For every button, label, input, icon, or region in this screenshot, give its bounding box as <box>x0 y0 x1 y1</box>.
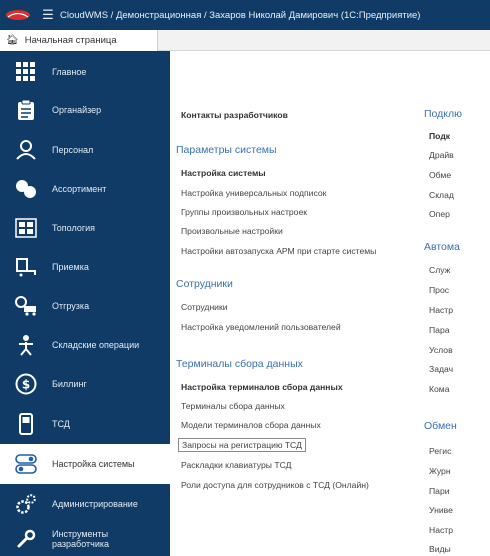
link-developer-contacts[interactable]: Контакты разработчиков <box>181 110 288 120</box>
content-panel: Контакты разработчиков Параметры системы… <box>170 51 490 556</box>
link-col2-item[interactable]: Настр <box>429 305 453 315</box>
1c-logo-icon <box>0 0 36 30</box>
sidebar-item-warehouse-ops[interactable]: Складские операции <box>0 326 170 364</box>
people-icon <box>0 131 52 169</box>
link-col2-item[interactable]: Услов <box>429 345 453 355</box>
section-title-system-params: Параметры системы <box>176 144 277 156</box>
scanner-icon <box>0 405 52 443</box>
sidebar-item-receiving[interactable]: Приемка <box>0 248 170 286</box>
link-tsd-registration-requests[interactable]: Запросы на регистрацию ТСД <box>178 438 306 452</box>
sidebar-item-label: Биллинг <box>52 378 87 389</box>
link-user-notifications[interactable]: Настройка уведомлений пользователей <box>181 322 341 332</box>
sidebar-item-label: Топология <box>52 222 96 233</box>
section-title-terminals: Терминалы сбора данных <box>176 358 303 370</box>
sidebar-item-assortment[interactable]: Ассортимент <box>0 170 170 208</box>
link-custom-settings[interactable]: Произвольные настройки <box>181 226 283 236</box>
link-col2-item[interactable]: Прос <box>429 285 449 295</box>
link-col2-item[interactable]: Журн <box>429 466 451 476</box>
link-col2-item[interactable]: Униве <box>429 505 453 515</box>
sidebar-item-main[interactable]: Главное <box>0 53 170 91</box>
link-col2-item[interactable]: Виды <box>429 544 451 554</box>
clipboard-icon <box>0 91 52 129</box>
link-terminals[interactable]: Терминалы сбора данных <box>181 401 285 411</box>
tab-label: Начальная страница <box>24 35 117 46</box>
sidebar-item-organizer[interactable]: Органайзер <box>0 91 170 129</box>
link-employees[interactable]: Сотрудники <box>181 302 228 312</box>
gears-icon <box>0 485 52 523</box>
sidebar-item-label: Складские операции <box>52 339 140 350</box>
link-col2-item[interactable]: Задач <box>429 364 453 374</box>
sidebar-item-label: Персонал <box>52 144 94 155</box>
link-col2-item[interactable]: Подк <box>429 131 450 141</box>
link-col2-item[interactable]: Опер <box>429 209 450 219</box>
link-col2-item[interactable]: Склад <box>429 190 454 200</box>
section-title-employees: Сотрудники <box>176 278 233 290</box>
tab-bar: 🏠︎ Начальная страница <box>0 30 490 51</box>
link-col2-item[interactable]: Пара <box>429 325 450 335</box>
tab-home[interactable]: 🏠︎ Начальная страница <box>0 30 158 51</box>
sidebar-item-administration[interactable]: Администрирование <box>0 485 170 523</box>
link-system-settings[interactable]: Настройка системы <box>181 168 266 178</box>
hamburger-icon[interactable]: ☰ <box>36 0 60 30</box>
link-col2-item[interactable]: Драйв <box>429 150 454 160</box>
sidebar-item-billing[interactable]: $ Биллинг <box>0 365 170 403</box>
sidebar-item-system-settings[interactable]: Настройка системы <box>0 444 170 484</box>
window-title: CloudWMS / Демонстрационная / Захаров Ни… <box>60 9 421 21</box>
link-col2-item[interactable]: Регис <box>429 446 451 456</box>
link-terminal-settings[interactable]: Настройка терминалов сбора данных <box>181 382 343 392</box>
grid-icon <box>0 53 52 91</box>
sidebar-item-label: Отгрузка <box>52 300 90 311</box>
wrench-icon <box>0 520 52 556</box>
worker-icon <box>0 326 52 364</box>
boxes-icon <box>0 170 52 208</box>
money-icon: $ <box>0 365 52 403</box>
link-tsd-access-roles[interactable]: Роли доступа для сотрудников с ТСД (Онла… <box>181 480 369 490</box>
sidebar-item-label: Инструменты разработчика <box>52 528 109 549</box>
sidebar-item-label: Главное <box>52 66 87 77</box>
link-keyboard-layouts[interactable]: Раскладки клавиатуры ТСД <box>181 460 291 470</box>
shipping-icon <box>0 287 52 325</box>
home-icon: 🏠︎ <box>6 35 19 46</box>
link-col2-item[interactable]: Кома <box>429 384 449 394</box>
link-custom-setting-groups[interactable]: Группы произвольных настроек <box>181 207 307 217</box>
sidebar-item-shipping[interactable]: Отгрузка <box>0 287 170 325</box>
section-title-automation: Автома <box>424 241 460 253</box>
sidebar-item-label: Администрирование <box>52 498 138 509</box>
racks-icon <box>0 209 52 247</box>
link-col2-item[interactable]: Пари <box>429 486 450 496</box>
sidebar: Главное Органайзер Персонал Ассортимент … <box>0 51 170 556</box>
sidebar-item-tsd[interactable]: ТСД <box>0 405 170 443</box>
link-col2-item[interactable]: Обме <box>429 170 451 180</box>
settings-toggle-icon <box>0 445 52 483</box>
link-universal-subscriptions[interactable]: Настройка универсальных подписок <box>181 188 326 198</box>
link-col2-item[interactable]: Служ <box>429 265 450 275</box>
sidebar-item-label: Настройка системы <box>52 458 135 469</box>
sidebar-item-label: Ассортимент <box>52 183 107 194</box>
section-title-connections: Подклю <box>424 108 462 120</box>
link-col2-item[interactable]: Настр <box>429 525 453 535</box>
link-terminal-models[interactable]: Модели терминалов сбора данных <box>181 420 321 430</box>
sidebar-item-label: ТСД <box>52 418 70 429</box>
sidebar-item-topology[interactable]: Топология <box>0 209 170 247</box>
svg-text:$: $ <box>22 378 30 392</box>
link-autostart-settings[interactable]: Настройки автозапуска АРМ при старте сис… <box>181 246 376 256</box>
sidebar-item-dev-tools[interactable]: Инструменты разработчика <box>0 520 170 556</box>
window-titlebar: ☰ CloudWMS / Демонстрационная / Захаров … <box>0 0 490 30</box>
sidebar-item-label: Приемка <box>52 261 89 272</box>
sidebar-item-personnel[interactable]: Персонал <box>0 131 170 169</box>
section-title-exchange: Обмен <box>424 420 457 432</box>
receiving-icon <box>0 248 52 286</box>
sidebar-item-label: Органайзер <box>52 104 102 115</box>
